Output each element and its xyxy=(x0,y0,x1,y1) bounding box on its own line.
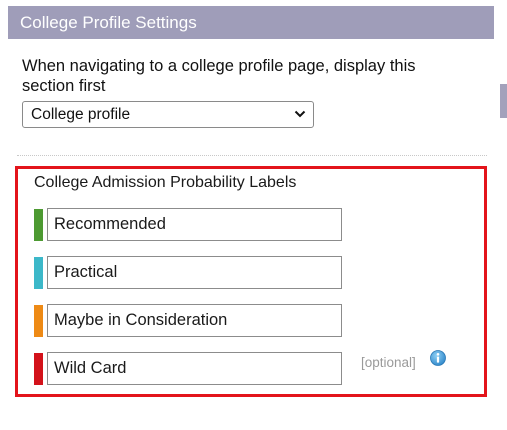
info-icon[interactable] xyxy=(430,350,446,366)
navigation-description: When navigating to a college profile pag… xyxy=(22,57,416,95)
label-field-wild-card[interactable]: Wild Card xyxy=(47,352,342,385)
section-header: College Profile Settings xyxy=(8,6,494,39)
color-swatch-maybe xyxy=(34,305,43,337)
college-profile-settings-panel: College Profile Settings When navigating… xyxy=(0,0,507,430)
label-field-practical[interactable]: Practical xyxy=(47,256,342,289)
section-title: College Profile Settings xyxy=(20,12,197,32)
label-field-value: Practical xyxy=(54,263,118,281)
label-field-maybe-in-consideration[interactable]: Maybe in Consideration xyxy=(47,304,342,337)
color-swatch-wild-card xyxy=(34,353,43,385)
default-section-select[interactable]: College profile xyxy=(22,101,314,128)
label-field-value: Recommended xyxy=(54,215,166,233)
scrollbar-thumb[interactable] xyxy=(500,84,507,118)
optional-label: [optional] xyxy=(361,355,416,370)
label-field-value: Maybe in Consideration xyxy=(54,311,228,329)
color-swatch-practical xyxy=(34,257,43,289)
label-field-recommended[interactable]: Recommended xyxy=(47,208,342,241)
chevron-down-icon xyxy=(294,110,306,118)
label-field-value: Wild Card xyxy=(54,359,127,377)
default-section-select-value: College profile xyxy=(31,105,131,123)
probability-labels-title: College Admission Probability Labels xyxy=(34,174,297,191)
color-swatch-recommended xyxy=(34,209,43,241)
section-divider xyxy=(17,155,487,156)
